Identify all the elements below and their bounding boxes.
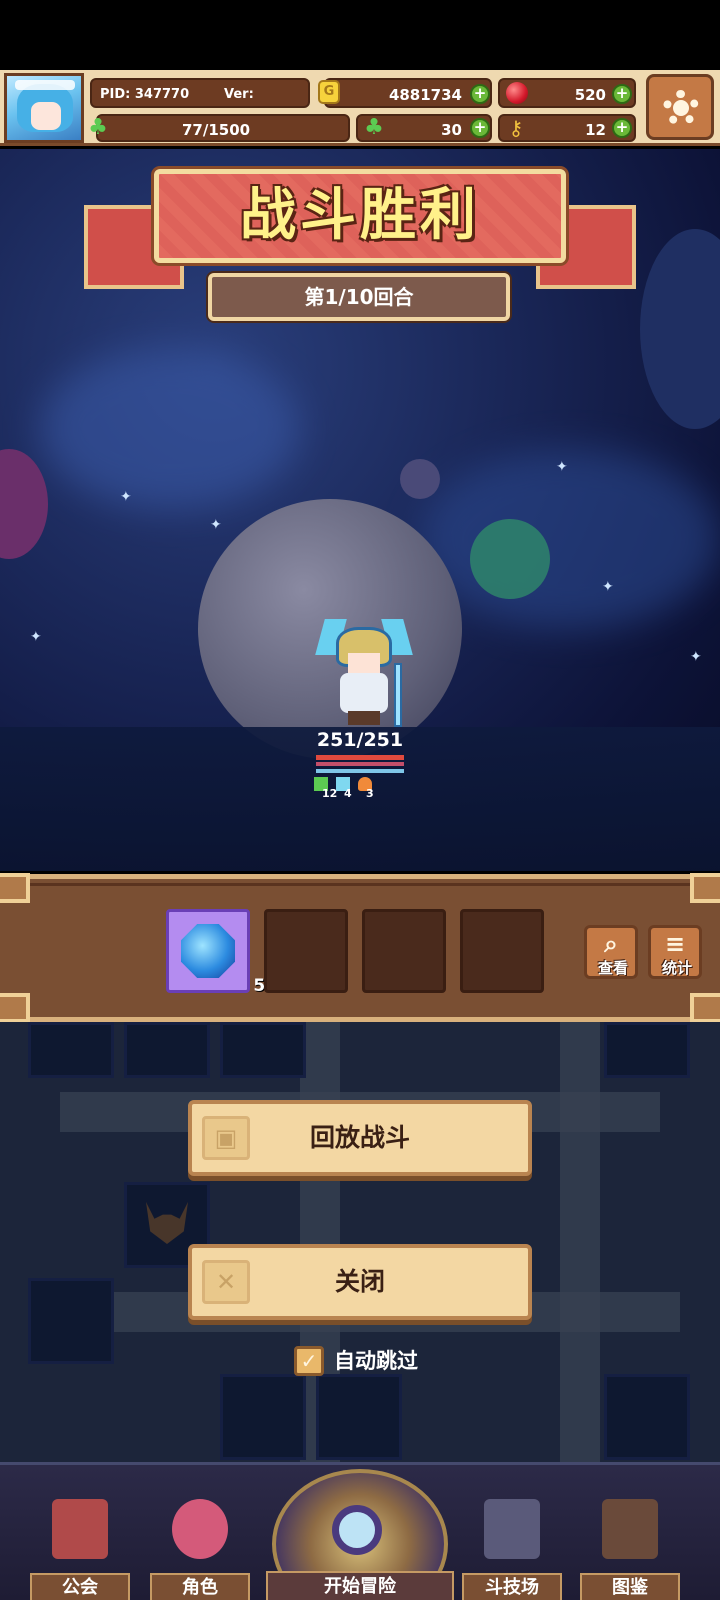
gear-icon-center — [673, 100, 689, 116]
avatar-bow — [15, 80, 75, 90]
hero-hp-text: 251/251 — [316, 729, 404, 751]
victory-title: 战斗胜利 — [240, 183, 480, 248]
star: ✦ — [30, 629, 42, 645]
nav-start-adventure-label: 开始冒险 — [266, 1571, 454, 1600]
player-info-pill: PID: 347770 Ver: 1.1.1.8 — [90, 78, 310, 132]
energy-clover-icon: ♣ — [88, 115, 108, 140]
loot-slot-1[interactable]: 50 — [166, 909, 277, 996]
dialog-overlay — [0, 1022, 720, 1462]
loot-panel: 50 ⌕ 查看 ≡ 统计 — [0, 873, 720, 1023]
dungeon-map — [0, 1022, 720, 1462]
panel-corner-ornament — [0, 873, 30, 903]
nav-start-adventure[interactable]: 开始冒险 — [266, 1469, 454, 1600]
small-planet — [400, 459, 440, 499]
clover-icon: ♣ — [364, 115, 384, 140]
gold-text: 4881734 — [388, 86, 462, 104]
star: ✦ — [210, 517, 222, 533]
panel-corner-ornament — [690, 873, 720, 903]
auto-skip-label: 自动跳过 — [334, 1349, 418, 1373]
replay-battle-button[interactable]: ▣ 回放战斗 — [188, 1100, 532, 1176]
dark-planet — [640, 229, 720, 429]
hero-sprite[interactable] — [315, 619, 413, 727]
add-gold-button[interactable]: + — [470, 84, 490, 104]
loot-slot-2[interactable] — [264, 909, 348, 993]
star: ✦ — [120, 489, 132, 505]
add-gems-button[interactable]: + — [612, 84, 632, 104]
nav-guild[interactable]: 公会 — [30, 1495, 130, 1600]
pid-text: PID: 347770 — [100, 87, 190, 102]
star: ✦ — [690, 649, 702, 665]
replay-battle-label: 回放战斗 — [309, 1123, 410, 1152]
victory-banner: 战斗胜利 — [154, 169, 566, 263]
crossed-swords-icon — [484, 1499, 540, 1559]
nav-arena-label: 斗技场 — [462, 1573, 562, 1600]
panel-corner-ornament — [690, 993, 720, 1023]
magnifier-icon — [332, 1505, 382, 1555]
hero-hp-bar — [316, 755, 404, 760]
nav-character-label: 角色 — [150, 1573, 250, 1600]
buff-value: 3 — [366, 787, 374, 800]
nav-codex[interactable]: 图鉴 — [580, 1495, 680, 1600]
gold-coin-icon: G — [318, 80, 340, 104]
character-icon — [172, 1499, 228, 1559]
auto-skip-toggle[interactable]: ✓ 自动跳过 — [294, 1344, 444, 1376]
book-icon — [602, 1499, 658, 1559]
panel-corner-ornament — [0, 993, 30, 1023]
stats-button[interactable]: ≡ 统计 — [648, 925, 702, 979]
purple-planet — [0, 449, 48, 559]
hero-face — [348, 653, 380, 675]
bottom-nav: 公会 角色 开始冒险 斗技场 图鉴 — [0, 1462, 720, 1600]
gold-pill: 4881734 — [324, 78, 492, 108]
star: ✦ — [602, 579, 614, 595]
hero-legs — [348, 711, 380, 725]
add-keys-button[interactable]: + — [612, 118, 632, 138]
stats-label: 统计 — [661, 959, 692, 977]
nav-character[interactable]: 角色 — [150, 1495, 250, 1600]
sword-icon — [394, 663, 402, 727]
loot-slot-4[interactable] — [460, 909, 544, 993]
red-gem-icon — [506, 82, 528, 104]
round-indicator: 第1/10回合 — [208, 273, 510, 321]
add-clovers-button[interactable]: + — [470, 118, 490, 138]
blue-gem-icon — [181, 924, 235, 978]
hero-shield-bar — [316, 762, 404, 766]
nebula-cloud — [420, 449, 720, 629]
hero-mana-bar — [316, 769, 404, 773]
checkbox-checked-icon[interactable]: ✓ — [294, 1346, 324, 1376]
buff-value: 4 — [344, 787, 352, 800]
clovers-text: 30 — [441, 121, 462, 139]
magnifier-icon: ⌕ — [604, 930, 618, 958]
player-avatar[interactable] — [4, 73, 84, 143]
status-bar — [0, 0, 720, 70]
keys-text: 12 — [585, 121, 606, 139]
round-text: 第1/10回合 — [304, 285, 414, 309]
energy-pill: 77/1500 — [96, 114, 350, 142]
close-button[interactable]: ✕ 关闭 — [188, 1244, 532, 1320]
guild-hall-icon — [52, 1499, 108, 1559]
nav-arena[interactable]: 斗技场 — [462, 1495, 562, 1600]
key-icon: ⚷ — [508, 116, 524, 140]
gems-text: 520 — [574, 86, 606, 104]
hero-body — [340, 673, 388, 713]
buff-item: 3 — [358, 777, 388, 800]
nav-guild-label: 公会 — [30, 1573, 130, 1600]
close-label: 关闭 — [334, 1267, 385, 1296]
view-label: 查看 — [597, 959, 628, 977]
settings-button[interactable] — [646, 74, 714, 140]
energy-text: 77/1500 — [182, 121, 251, 139]
loot-slot-3[interactable] — [362, 909, 446, 993]
view-button[interactable]: ⌕ 查看 — [584, 925, 638, 979]
nebula-cloud — [40, 349, 300, 509]
battle-scene: ✦ ✦ ✦ ✦ ✦ ✦ 战斗胜利 第1/10回合 251/251 12 4 3 — [0, 149, 720, 871]
list-icon: ≡ — [664, 930, 686, 958]
nav-codex-label: 图鉴 — [580, 1573, 680, 1600]
avatar-face — [31, 102, 61, 130]
star: ✦ — [556, 459, 568, 475]
green-planet — [470, 519, 550, 599]
hero-buffs: 12 4 3 — [314, 777, 414, 800]
top-hud: PID: 347770 Ver: 1.1.1.8 77/1500 ♣ 48817… — [0, 70, 720, 146]
